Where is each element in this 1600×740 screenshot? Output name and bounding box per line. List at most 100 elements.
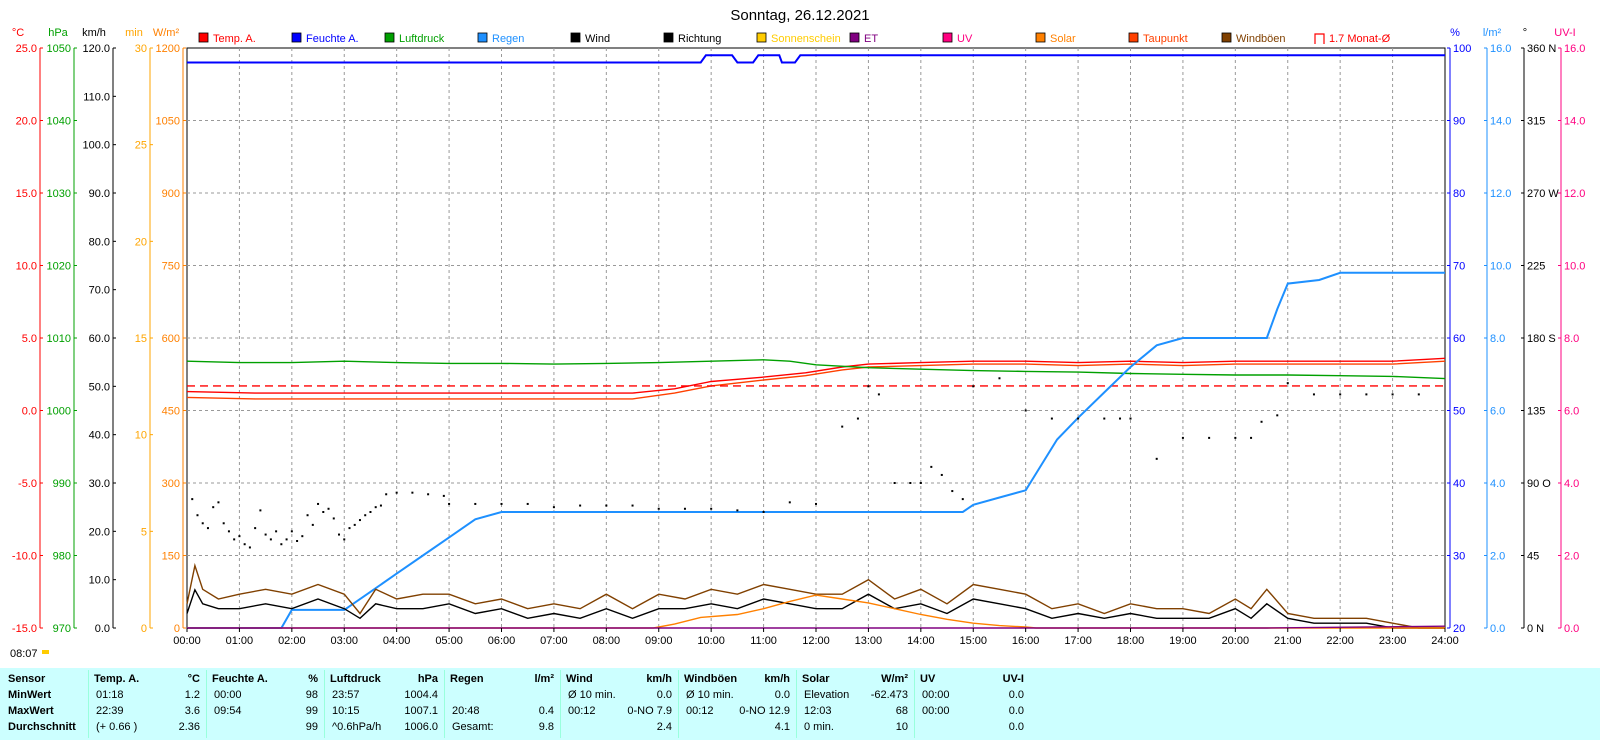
right-axis-tick-label: 180 S <box>1527 333 1556 345</box>
stats-cell-time: 01:18 <box>96 689 124 701</box>
stats-cell-value: 0-NO 7.9 <box>627 705 672 717</box>
left-axis-tick-label: 970 <box>53 623 71 635</box>
series-point <box>285 538 288 541</box>
series-point <box>762 511 765 513</box>
x-axis-tick-label: 22:00 <box>1326 635 1354 647</box>
left-axis-tick-label: 25.0 <box>16 43 37 55</box>
right-axis-tick-label: 14.0 <box>1490 116 1511 128</box>
series-point <box>301 535 304 538</box>
x-axis-tick-label: 18:00 <box>1117 635 1145 647</box>
series-point <box>1417 393 1420 396</box>
legend-swatch <box>849 32 860 43</box>
legend-label: Regen <box>492 33 524 45</box>
stats-table: Sensor Temp. A. °C Feuchte A.% Luftdruck hPa R… <box>0 668 1600 740</box>
legend-swatch <box>942 32 953 43</box>
left-axis-tick-label: 0 <box>174 623 180 635</box>
stats-header-unit: l/m² <box>534 673 554 685</box>
series-point <box>311 523 314 526</box>
series-point <box>296 540 299 542</box>
right-axis-tick-label: 10.0 <box>1490 261 1511 273</box>
x-axis-tick-label: 17:00 <box>1064 635 1092 647</box>
right-axis-tick-label: 45 <box>1527 551 1539 563</box>
right-axis-unit: ° <box>1523 27 1527 39</box>
series-point <box>248 546 251 549</box>
stats-cell-time: 00:12 <box>686 705 714 717</box>
right-axis-tick-label: 20 <box>1453 623 1465 635</box>
stats-cell-time: ^0.6hPa/h <box>332 721 382 733</box>
x-axis-tick-label: 24:00 <box>1431 635 1459 647</box>
left-axis-tick-label: -10.0 <box>12 551 37 563</box>
series-point <box>191 498 194 501</box>
stats-divider <box>324 670 325 738</box>
series-point <box>227 530 230 533</box>
series-point <box>579 504 582 507</box>
series-point <box>1077 417 1080 420</box>
legend-label: Solar <box>1050 33 1076 45</box>
stats-cell-value: 2.4 <box>656 721 672 733</box>
series-point <box>233 538 236 541</box>
series-point <box>1312 393 1315 396</box>
series-point <box>222 522 225 525</box>
left-axis-tick-label: 10 <box>135 430 147 442</box>
right-axis-tick-label: 90 O <box>1527 478 1551 490</box>
series-point <box>379 504 382 507</box>
series-point <box>353 523 356 526</box>
stats-divider <box>678 670 679 738</box>
right-axis-tick-label: 30 <box>1453 551 1465 563</box>
series-point <box>1276 414 1279 417</box>
legend-label: Temp. A. <box>213 33 256 45</box>
weather-chart: Sonntag, 26.12.2021 Temp. A. Feuchte A. Lu… <box>10 7 1585 660</box>
series-point <box>1050 417 1053 420</box>
left-axis-tick-label: 600 <box>162 333 180 345</box>
right-axis-tick-label: 270 W <box>1527 188 1559 200</box>
stats-divider <box>560 670 561 738</box>
x-axis-tick-label: 07:00 <box>540 635 568 647</box>
legend-label: Windböen <box>1236 33 1286 45</box>
series-point <box>788 501 791 504</box>
left-axis-tick-label: 0 <box>141 623 147 635</box>
series-point <box>1365 393 1368 396</box>
legend-label: Taupunkt <box>1143 33 1188 45</box>
left-axis-tick-label: 980 <box>53 551 71 563</box>
stats-cell-value: 0-NO 12.9 <box>739 705 790 717</box>
series-point <box>395 491 398 494</box>
left-axis-tick-label: 15 <box>135 333 147 345</box>
left-axis-tick-label: 990 <box>53 478 71 490</box>
stats-cell-value: 3.6 <box>184 705 200 717</box>
stats-header: Feuchte A. <box>212 673 268 685</box>
stats-header: Wind <box>566 673 593 685</box>
x-axis-tick-label: 21:00 <box>1274 635 1302 647</box>
right-axis-tick-label: 12.0 <box>1490 188 1511 200</box>
stats-divider <box>796 670 797 738</box>
x-axis-tick-label: 09:00 <box>645 635 673 647</box>
series-point <box>631 504 634 507</box>
left-axis-tick-label: 20.0 <box>89 526 110 538</box>
right-axis-tick-label: 2.0 <box>1490 551 1505 563</box>
series-point <box>1208 436 1211 439</box>
series-point <box>264 533 267 536</box>
left-axis-unit: hPa <box>48 27 68 39</box>
stats-header: Solar <box>802 673 830 685</box>
stats-cell-value: 0.0 <box>774 689 790 701</box>
sun-icon <box>42 650 49 654</box>
stats-cell-value: 98 <box>305 689 318 701</box>
left-axis-tick-label: 100.0 <box>82 140 110 152</box>
right-axis-tick-label: 12.0 <box>1564 188 1585 200</box>
legend-swatch <box>1314 33 1325 44</box>
stats-header: Temp. A. <box>94 673 140 685</box>
stats-header-unit: UV-I <box>1002 673 1024 685</box>
left-axis-tick-label: 300 <box>162 478 180 490</box>
legend-swatch <box>570 32 581 43</box>
right-axis-tick-label: 10.0 <box>1564 261 1585 273</box>
legend-swatch <box>291 32 302 43</box>
legend-label: 1.7 Monat-Ø <box>1329 33 1391 45</box>
x-axis-tick-label: 10:00 <box>697 635 725 647</box>
series-point <box>1260 420 1263 423</box>
series-point <box>856 417 859 420</box>
stats-cell-value: 1006.0 <box>404 721 438 733</box>
series-point <box>1119 417 1122 420</box>
stats-cell-time: Elevation <box>804 689 850 701</box>
left-axis-tick-label: 120.0 <box>82 43 110 55</box>
stats-cell-value: 0.0 <box>1008 721 1024 733</box>
right-axis-unit: l/m² <box>1483 27 1502 39</box>
